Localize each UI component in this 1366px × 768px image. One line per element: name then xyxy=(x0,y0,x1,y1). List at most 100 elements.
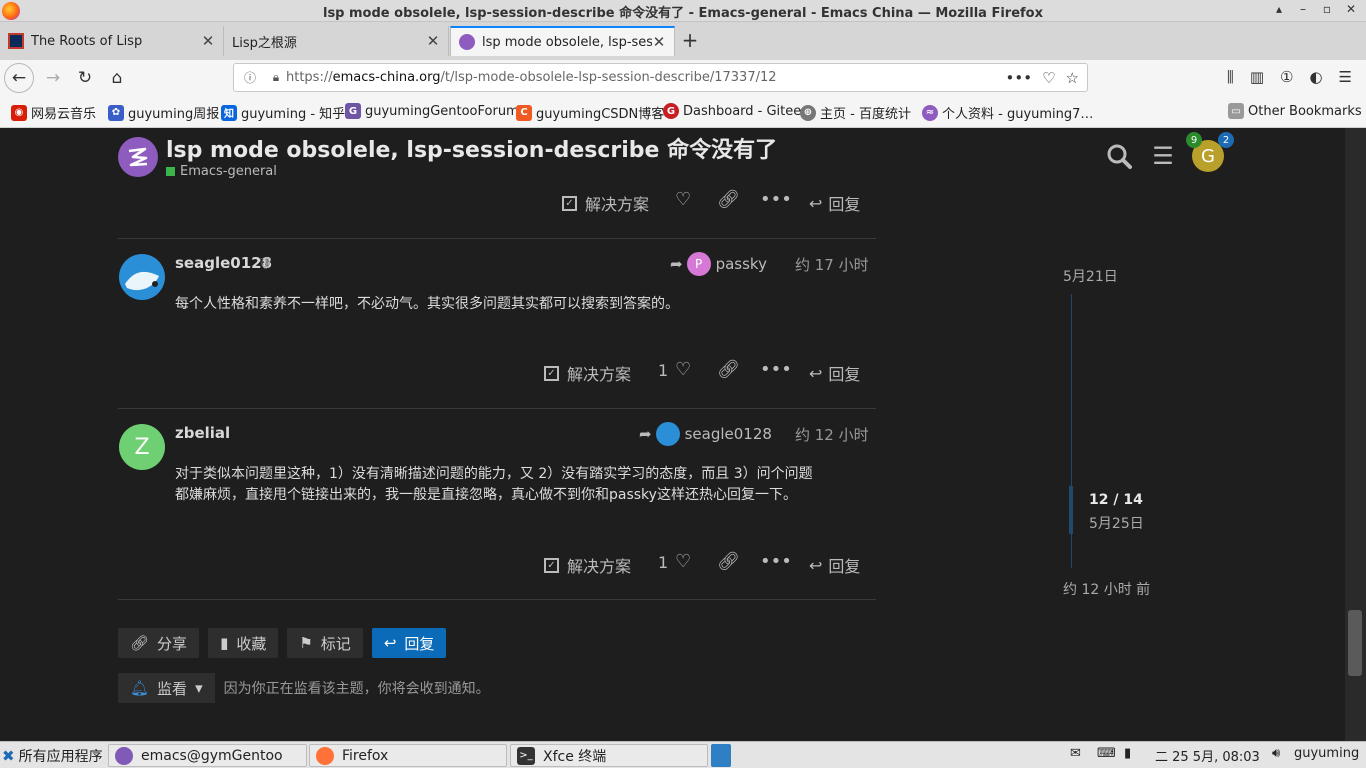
volume-icon[interactable]: 🔊︎ xyxy=(1272,746,1280,761)
taskbar-window-firefox[interactable]: Firefox xyxy=(309,744,507,767)
bookmark-star-icon[interactable]: ☆ xyxy=(1066,69,1079,87)
bookmark-gentoo-forums[interactable]: GguyumingGentooForums xyxy=(345,103,526,119)
copy-link-icon[interactable]: 🔗︎ xyxy=(717,189,740,210)
topic-title[interactable]: lsp mode obsolele, lsp-session-describe … xyxy=(166,132,777,164)
solution-button[interactable]: ✓ 解决方案 xyxy=(562,191,649,215)
show-desktop-button[interactable] xyxy=(711,744,731,767)
tab-roots-of-lisp[interactable]: The Roots of Lisp ✕ xyxy=(0,26,224,56)
search-icon[interactable] xyxy=(1104,141,1134,171)
flag-icon: ⚑ xyxy=(299,634,313,652)
url-bar[interactable]: ⓘ 🔒︎ https://emacs-china.org/t/lsp-mode-… xyxy=(233,63,1088,92)
bookmark-weekly[interactable]: ✿ guyuming周报 xyxy=(108,103,219,122)
forward-button[interactable]: → xyxy=(38,63,68,93)
keyboard-icon[interactable]: ⌨ xyxy=(1097,746,1116,761)
new-tab-button[interactable]: + xyxy=(678,28,702,52)
privacy-extension-icon[interactable]: ◐ xyxy=(1309,68,1322,86)
window-shade-button[interactable]: ▴ xyxy=(1272,2,1286,16)
copy-link-icon[interactable]: 🔗︎ xyxy=(717,359,740,380)
solution-button[interactable]: ✓ 解决方案 xyxy=(544,553,631,577)
notification-badge: 9 xyxy=(1186,132,1202,148)
window-minimize-button[interactable]: – xyxy=(1296,2,1310,16)
reload-button[interactable]: ↻ xyxy=(70,63,100,93)
site-info-icon[interactable]: ⓘ xyxy=(240,69,260,86)
post-avatar[interactable]: Z xyxy=(119,424,165,470)
reply-topic-button[interactable]: ↩ 回复 xyxy=(371,628,447,658)
applications-menu-button[interactable]: ✖ 所有应用程序 ☰ xyxy=(2,744,120,767)
reply-button[interactable]: ↩ 回复 xyxy=(809,191,860,215)
like-heart-icon[interactable]: ♡ xyxy=(675,359,691,380)
copy-link-icon[interactable]: 🔗︎ xyxy=(717,551,740,572)
tab-close-icon[interactable]: ✕ xyxy=(426,32,440,50)
pocket-icon[interactable]: ♡ xyxy=(1042,69,1055,87)
reply-button[interactable]: ↩ 回复 xyxy=(809,361,860,385)
mail-icon[interactable]: ✉ xyxy=(1070,746,1081,761)
baidu-paw-icon: ✿ xyxy=(108,104,124,121)
tab-strip: The Roots of Lisp ✕ Lisp之根源 ✕ lsp mode o… xyxy=(0,22,1366,60)
like-heart-icon[interactable]: ♡ xyxy=(675,189,691,210)
more-actions-icon[interactable]: ••• xyxy=(760,551,792,572)
sidebar-icon[interactable]: ▥ xyxy=(1250,68,1264,86)
home-button[interactable]: ⌂ xyxy=(102,63,132,93)
bookmark-profile[interactable]: ≈ 个人资料 - guyuming7… xyxy=(922,103,1093,122)
bookmark-netease-music[interactable]: ◉ 网易云音乐 xyxy=(11,103,96,122)
like-count[interactable]: 1 xyxy=(658,553,668,572)
notification-level-dropdown[interactable]: 🔔︎ 监看 ▾ xyxy=(118,673,215,703)
page-scrollbar[interactable] xyxy=(1345,128,1366,741)
post-body: 每个人性格和素养不一样吧，不必动气。其实很多问题其实都可以搜索到答案的。 xyxy=(175,294,865,315)
extension-icon[interactable]: ① xyxy=(1280,68,1293,86)
tab-lsp-mode-topic[interactable]: lsp mode obsolele, lsp-sessi ✕ xyxy=(450,26,675,56)
timeline-last-post[interactable]: 约 12 小时 前 xyxy=(1063,579,1150,599)
reply-to-link[interactable]: ➦ seagle0128 xyxy=(639,422,772,446)
share-label: 分享 xyxy=(157,634,188,653)
notification-reason: 因为你正在监看该主题，你将会收到通知。 xyxy=(223,681,490,697)
page-actions-icon[interactable]: ••• xyxy=(1006,69,1033,87)
reply-button[interactable]: ↩ 回复 xyxy=(809,553,860,577)
lock-icon[interactable]: 🔒︎ xyxy=(266,70,286,85)
clock[interactable]: 二 25 5月, 08:03 xyxy=(1155,746,1260,765)
back-button[interactable]: ← xyxy=(4,63,34,93)
like-count[interactable]: 1 xyxy=(658,361,668,380)
window-close-button[interactable]: ✕ xyxy=(1344,2,1358,16)
scrollbar-thumb[interactable] xyxy=(1348,610,1362,676)
tab-close-icon[interactable]: ✕ xyxy=(652,33,666,51)
tab-lisp-roots[interactable]: Lisp之根源 ✕ xyxy=(224,26,449,56)
notification-level-label: 监看 xyxy=(157,679,188,698)
taskbar-window-terminal[interactable]: >_ Xfce 终端 xyxy=(510,744,708,767)
like-heart-icon[interactable]: ♡ xyxy=(675,551,691,572)
bookmark-zhihu[interactable]: 知 guyuming - 知乎 xyxy=(221,103,345,122)
topic-category[interactable]: Emacs-general xyxy=(166,164,277,179)
tab-close-icon[interactable]: ✕ xyxy=(201,32,215,50)
post-time[interactable]: 约 17 小时 xyxy=(795,254,869,275)
window-maximize-button[interactable]: ▫ xyxy=(1320,2,1334,16)
bookmark-csdn[interactable]: CguyumingCSDN博客 xyxy=(516,103,664,122)
caret-down-icon: ▾ xyxy=(195,679,203,697)
post-text-line: 对于类似本问题里这种，1）没有清晰描述问题的能力，又 2）没有踏实学习的态度，而… xyxy=(175,466,813,482)
more-actions-icon[interactable]: ••• xyxy=(760,359,792,380)
timeline-start-date[interactable]: 5月21日 xyxy=(1063,266,1118,286)
reply-to-link[interactable]: ➦ P passky xyxy=(670,252,767,276)
xfce-mouse-icon: ✖ xyxy=(2,746,15,765)
post-author[interactable]: zbelial xyxy=(175,424,230,442)
bookmark-topic-button[interactable]: ▮ 收藏 xyxy=(208,628,279,658)
page-content: lsp mode obsolele, lsp-session-describe … xyxy=(0,128,1366,741)
hamburger-menu-icon[interactable]: ☰ xyxy=(1339,68,1352,86)
session-user[interactable]: guyuming xyxy=(1294,746,1359,761)
solution-button[interactable]: ✓ 解决方案 xyxy=(544,361,631,385)
url-text[interactable]: https://emacs-china.org/t/lsp-mode-obsol… xyxy=(286,70,1006,85)
share-topic-button[interactable]: 🔗︎ 分享 xyxy=(118,628,200,658)
hamburger-menu-icon[interactable]: ☰ xyxy=(1148,141,1178,171)
flag-topic-button[interactable]: ⚑ 标记 xyxy=(287,628,363,658)
bookmark-baidu-tongji[interactable]: ⊕ 主页 - 百度统计 xyxy=(800,103,911,122)
library-icon[interactable]: ⫼ xyxy=(1227,68,1234,86)
timeline-handle[interactable] xyxy=(1069,486,1073,534)
site-logo-icon[interactable] xyxy=(118,137,158,177)
bookmark-gitee[interactable]: G Dashboard - Gitee xyxy=(663,103,801,119)
taskbar-window-emacs[interactable]: emacs@gymGentoo xyxy=(108,744,307,767)
firefox-icon xyxy=(316,746,334,765)
post-avatar[interactable] xyxy=(119,254,165,300)
battery-icon[interactable]: ▮ xyxy=(1124,746,1131,761)
other-bookmarks[interactable]: ▭ Other Bookmarks xyxy=(1228,103,1362,119)
more-actions-icon[interactable]: ••• xyxy=(760,189,792,210)
user-avatar[interactable]: G 9 2 xyxy=(1186,132,1234,172)
post-time[interactable]: 约 12 小时 xyxy=(795,424,869,445)
